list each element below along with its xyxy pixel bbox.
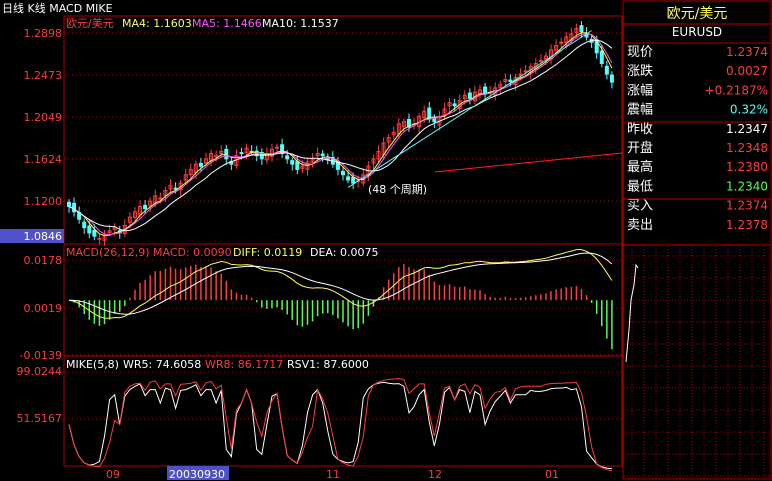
trend-line-red — [434, 152, 623, 173]
quote-value: +0.2187% — [705, 83, 768, 97]
candle-body — [599, 50, 604, 64]
macd-label: MACD(26,12,9) — [66, 246, 150, 259]
candle-body — [346, 176, 351, 181]
candle-body — [82, 221, 87, 229]
wr5-value: WR5: 74.6058 — [123, 358, 201, 371]
candle-body — [143, 204, 148, 210]
window-title: 日线 K线 MACD MIKE — [2, 1, 113, 15]
quote-value: 1.2348 — [726, 141, 768, 155]
mini-chart — [624, 246, 770, 478]
macd-tick: 0.0178 — [24, 254, 63, 267]
quote-value: 1.2340 — [726, 179, 768, 193]
quote-value: 1.2380 — [726, 160, 768, 174]
candle-body — [173, 187, 178, 190]
low-price-label: 1.0846 — [24, 230, 63, 243]
ma4-label: MA4: 1.1603 — [122, 17, 192, 30]
price-tick: 1.2898 — [24, 27, 63, 40]
candles — [67, 21, 614, 246]
quote-label: 现价 — [627, 45, 653, 60]
candle-body — [609, 74, 614, 83]
candle-body — [320, 153, 325, 157]
candle-body — [97, 237, 102, 240]
quote-label: 昨收 — [627, 122, 653, 137]
mike-panel-frame — [63, 355, 623, 467]
wr8-line — [68, 378, 613, 472]
candle-body — [275, 146, 280, 149]
mike-tick: 51.5167 — [17, 412, 63, 425]
mike-lines — [68, 378, 613, 472]
quote-label: 卖出 — [627, 218, 653, 233]
quote-label: 开盘 — [627, 140, 653, 156]
x-tick-cursor: 20030930 — [169, 468, 225, 481]
candle-body — [341, 170, 345, 176]
candle-body — [538, 59, 543, 62]
quote-label: 涨幅 — [627, 83, 653, 98]
candle-body — [158, 197, 163, 200]
candle-body — [508, 79, 513, 82]
macd-tick: -0.0139 — [20, 349, 62, 362]
quote-value: 1.2374 — [726, 45, 768, 59]
quote-rows: 现价 1.2374 涨跌 0.0027 涨幅 +0.2187% 震幅 0.32% 昨收 1.234… — [623, 23, 771, 233]
price-tick: 1.1200 — [24, 195, 63, 208]
wr5-line — [68, 381, 612, 470]
quote-title: 欧元/美元 — [667, 6, 728, 22]
quote-value: 0.32% — [730, 103, 768, 117]
rsv-value: RSV1: 87.6000 — [287, 358, 369, 371]
ma5-label: MA5: 1.1466 — [192, 17, 262, 30]
price-tick: 1.2473 — [24, 69, 63, 82]
quote-value: 0.0027 — [726, 64, 768, 78]
macd-tick: 0.0019 — [24, 302, 63, 315]
x-tick: 11 — [326, 468, 340, 481]
mike-label: MIKE(5,8) — [66, 358, 119, 371]
candle-body — [559, 41, 564, 44]
price-tick: 1.1624 — [24, 153, 63, 166]
candle-body — [224, 148, 229, 160]
candle-body — [214, 155, 219, 158]
x-tick: 09 — [106, 468, 120, 481]
wr8-value: WR8: 86.1717 — [205, 358, 283, 371]
symbol-label: 欧元/美元 — [66, 17, 114, 30]
candle-body — [579, 25, 584, 33]
mike-tick: 99.0244 — [17, 365, 63, 378]
candle-body — [72, 202, 77, 213]
price-panel-frame — [63, 15, 623, 245]
candle-body — [523, 70, 528, 73]
candle-body — [604, 65, 609, 75]
ma10-label: MA10: 1.1537 — [262, 17, 339, 30]
price-tick: 1.2049 — [24, 111, 63, 124]
x-tick: 12 — [428, 468, 442, 481]
candle-body — [198, 162, 203, 167]
quote-code: EURUSD — [672, 25, 722, 39]
candle-body — [67, 201, 71, 207]
candle-body — [87, 225, 92, 234]
quote-label: 涨跌 — [627, 63, 653, 79]
quote-label: 最低 — [627, 179, 653, 194]
x-tick: 01 — [545, 468, 559, 481]
quote-label: 买入 — [627, 199, 653, 214]
quote-label: 最高 — [627, 159, 653, 175]
candle-body — [285, 155, 290, 160]
dea-value: DEA: 0.0075 — [310, 246, 378, 259]
mini-panel-frame — [622, 244, 772, 480]
candle-body — [467, 92, 472, 99]
trend-line-cyan — [347, 30, 592, 188]
candle-body — [452, 103, 457, 107]
candle-body — [239, 152, 244, 155]
quote-value: 1.2347 — [726, 122, 768, 136]
stock-chart: 日线 K线 MACD MIKE 欧元/美元 MA4: 1.1603 MA5: 1… — [0, 0, 772, 481]
diff-value: DIFF: 0.0119 — [233, 246, 302, 259]
quote-value: 1.2378 — [726, 218, 768, 232]
period-annotation: (48 个周期) — [368, 183, 427, 196]
macd-histogram — [68, 249, 613, 350]
candle-body — [351, 176, 356, 184]
chart-frames — [63, 0, 772, 480]
candle-body — [92, 229, 97, 237]
quote-label: 震幅 — [627, 103, 653, 118]
candle-body — [290, 160, 295, 165]
macd-value: MACD: 0.0090 — [153, 246, 232, 259]
quote-value: 1.2374 — [726, 199, 768, 213]
